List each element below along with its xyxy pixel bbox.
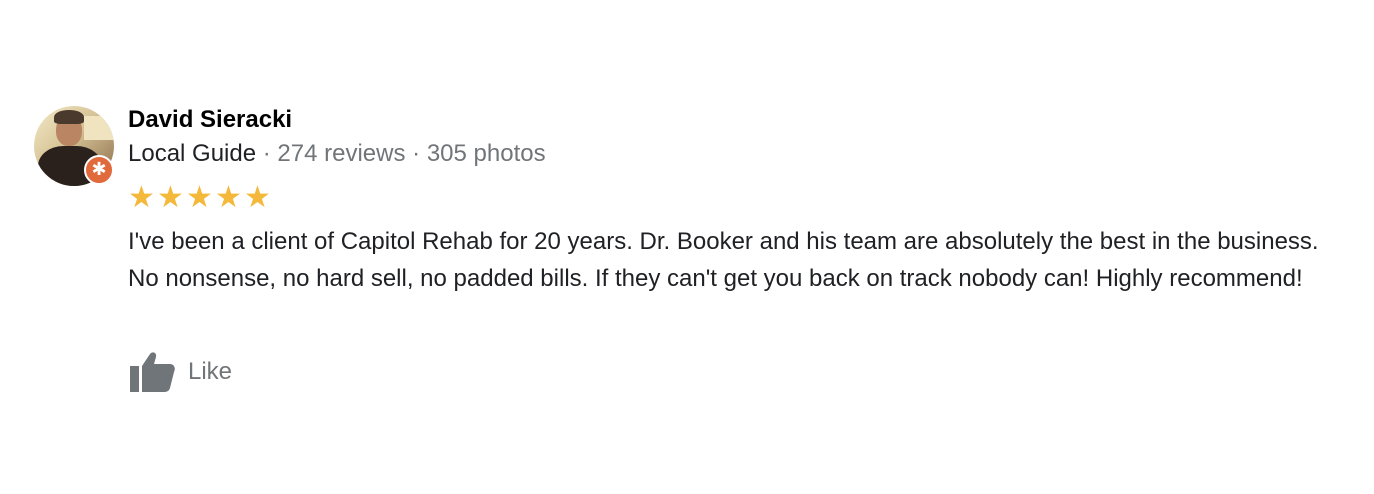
- star-icon: ★: [186, 180, 213, 215]
- avatar-hair: [54, 110, 84, 124]
- reviewer-name[interactable]: David Sieracki: [128, 104, 1338, 136]
- meta-separator: ·: [256, 140, 278, 167]
- review-text: I've been a client of Capitol Rehab for …: [128, 228, 1319, 292]
- reviewer-meta: Local Guide · 274 reviews · 305 photos: [128, 138, 1338, 170]
- star-icon: ★: [157, 180, 184, 215]
- star-rating: ★ ★ ★ ★ ★: [128, 180, 1338, 215]
- local-guide-badge-icon: ✱: [84, 155, 114, 185]
- star-icon: ★: [215, 180, 242, 215]
- like-label: Like: [188, 358, 233, 385]
- thumbs-up-icon: [128, 350, 176, 394]
- review-count: 274 reviews: [277, 140, 406, 167]
- star-icon: ★: [244, 180, 271, 215]
- local-guide-label: Local Guide: [128, 140, 257, 167]
- review-content: David Sieracki Local Guide · 274 reviews…: [128, 104, 1338, 392]
- star-icon: ★: [128, 180, 155, 215]
- like-button[interactable]: Like: [128, 350, 232, 394]
- meta-separator: ·: [405, 140, 427, 167]
- photo-count: 305 photos: [426, 140, 546, 167]
- avatar-background: [84, 116, 114, 140]
